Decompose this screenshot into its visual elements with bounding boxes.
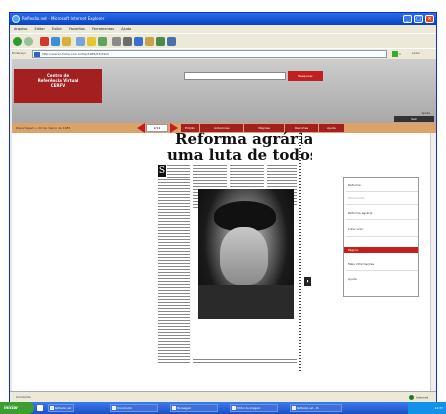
menu-separator bbox=[346, 236, 418, 237]
previous-page-icon[interactable] bbox=[137, 123, 145, 133]
address-label: Endereço bbox=[12, 51, 27, 55]
menu-view[interactable]: Exibir bbox=[52, 27, 62, 31]
search-icon[interactable] bbox=[76, 37, 85, 46]
ie-icon bbox=[12, 15, 20, 23]
page-icon bbox=[34, 52, 40, 57]
exit-button[interactable]: Sair bbox=[394, 116, 434, 122]
taskbar-item-1[interactable]: Reflexão.net bbox=[48, 404, 74, 412]
menu-separator bbox=[346, 270, 418, 271]
site-search-input[interactable] bbox=[184, 72, 286, 80]
address-input[interactable]: http://acervo.folha.com.br/fsp/1985/03/2… bbox=[32, 50, 387, 58]
messenger-icon[interactable] bbox=[156, 37, 165, 46]
status-text: Concluído bbox=[16, 395, 31, 399]
menu-item-4[interactable]: Luta rural bbox=[348, 227, 363, 231]
stop-icon[interactable] bbox=[40, 37, 49, 46]
drop-cap: S bbox=[158, 165, 166, 177]
menu-separator bbox=[346, 191, 418, 192]
address-text: http://acervo.folha.com.br/fsp/1985/03/2… bbox=[42, 52, 109, 56]
menu-item-2[interactable]: Movimento bbox=[348, 196, 365, 200]
links-label[interactable]: Links bbox=[412, 51, 420, 55]
maximize-icon[interactable]: □ bbox=[414, 15, 423, 23]
page-tool-icon[interactable]: ▮ bbox=[304, 277, 311, 286]
favorites-icon[interactable] bbox=[87, 37, 96, 46]
close-icon[interactable]: × bbox=[425, 15, 434, 23]
tab-help[interactable]: Ajuda bbox=[319, 124, 344, 132]
site-header: Centro de Referência Virtual CERFV Pesqu… bbox=[12, 59, 436, 123]
menu-item-3[interactable]: Reforma agrária bbox=[348, 211, 372, 215]
title-bar[interactable]: Reflexão.net - Microsoft Internet Explor… bbox=[10, 13, 436, 25]
vertical-scrollbar[interactable] bbox=[430, 133, 436, 391]
system-tray: 14:37 bbox=[408, 402, 446, 414]
desktop: Reflexão.net - Microsoft Internet Explor… bbox=[0, 0, 446, 414]
page-viewport: Centro de Referência Virtual CERFV Pesqu… bbox=[12, 59, 436, 391]
article-photo bbox=[198, 189, 294, 319]
taskbar-item-3[interactable]: Mensagem bbox=[170, 404, 218, 412]
menu-item-selected[interactable]: Página bbox=[344, 247, 418, 253]
menu-file[interactable]: Arquivo bbox=[14, 27, 27, 31]
clock: 14:37 bbox=[434, 406, 443, 410]
menu-tools[interactable]: Ferramentas bbox=[92, 27, 114, 31]
tools-icon[interactable] bbox=[167, 37, 176, 46]
site-logo[interactable]: Centro de Referência Virtual CERFV bbox=[14, 69, 102, 103]
menu-help[interactable]: Ajuda bbox=[121, 27, 131, 31]
photo-collar bbox=[198, 285, 294, 319]
mail-icon[interactable] bbox=[112, 37, 121, 46]
menu-item-7[interactable]: Ajuda bbox=[348, 277, 357, 281]
taskbar-item-4[interactable]: Editor de Imagem bbox=[230, 404, 278, 412]
home-icon[interactable] bbox=[62, 37, 71, 46]
folder-icon[interactable] bbox=[145, 37, 154, 46]
left-margin bbox=[12, 133, 67, 391]
browser-window: Reflexão.net - Microsoft Internet Explor… bbox=[9, 12, 437, 406]
toolbar bbox=[10, 33, 436, 48]
security-zone: Internet bbox=[409, 395, 428, 400]
history-icon[interactable] bbox=[98, 37, 107, 46]
menu-bar: Arquivo Editar Exibir Favoritos Ferramen… bbox=[10, 25, 436, 33]
help-link[interactable]: Ajuda bbox=[421, 111, 430, 115]
menu-separator bbox=[346, 219, 418, 220]
taskbar-item-2[interactable]: Documento bbox=[110, 404, 158, 412]
address-bar: Endereço http://acervo.folha.com.br/fsp/… bbox=[10, 48, 436, 58]
forward-icon[interactable] bbox=[24, 37, 33, 46]
logo-line-3: CERFV bbox=[50, 83, 66, 88]
start-button[interactable]: iniciar bbox=[0, 402, 34, 414]
taskbar-item-5[interactable]: Reflexão.net - M... bbox=[290, 404, 342, 412]
taskbar: iniciar Reflexão.net Documento Mensagem … bbox=[0, 402, 446, 414]
menu-favorites[interactable]: Favoritos bbox=[69, 27, 85, 31]
minimize-icon[interactable]: _ bbox=[403, 15, 412, 23]
breadcrumb: Reportagem » 24 de março de 1985 bbox=[16, 126, 71, 130]
go-button[interactable]: Ir bbox=[392, 50, 406, 58]
search-button[interactable]: Pesquisar bbox=[288, 71, 323, 81]
page-number-input[interactable]: 2/12 bbox=[146, 124, 168, 132]
window-title: Reflexão.net - Microsoft Internet Explor… bbox=[22, 16, 105, 21]
quick-launch-icon[interactable] bbox=[37, 405, 43, 411]
edit-icon[interactable] bbox=[134, 37, 143, 46]
text-column-1-top bbox=[167, 165, 190, 179]
back-icon[interactable] bbox=[13, 37, 22, 46]
photo-face bbox=[220, 227, 268, 285]
headline-line-2: uma luta de todos bbox=[167, 146, 319, 164]
print-icon[interactable] bbox=[123, 37, 132, 46]
refresh-icon[interactable] bbox=[51, 37, 60, 46]
menu-item-1[interactable]: Reforma bbox=[348, 183, 361, 187]
caption-text bbox=[193, 359, 297, 365]
menu-separator bbox=[346, 204, 418, 205]
page-ruler bbox=[299, 133, 301, 373]
menu-edit[interactable]: Editar bbox=[35, 27, 45, 31]
dropdown-menu: Reforma Movimento Reforma agrária Luta r… bbox=[343, 177, 419, 297]
text-column-1 bbox=[158, 179, 190, 365]
menu-item-6[interactable]: Mais informações bbox=[348, 262, 374, 266]
